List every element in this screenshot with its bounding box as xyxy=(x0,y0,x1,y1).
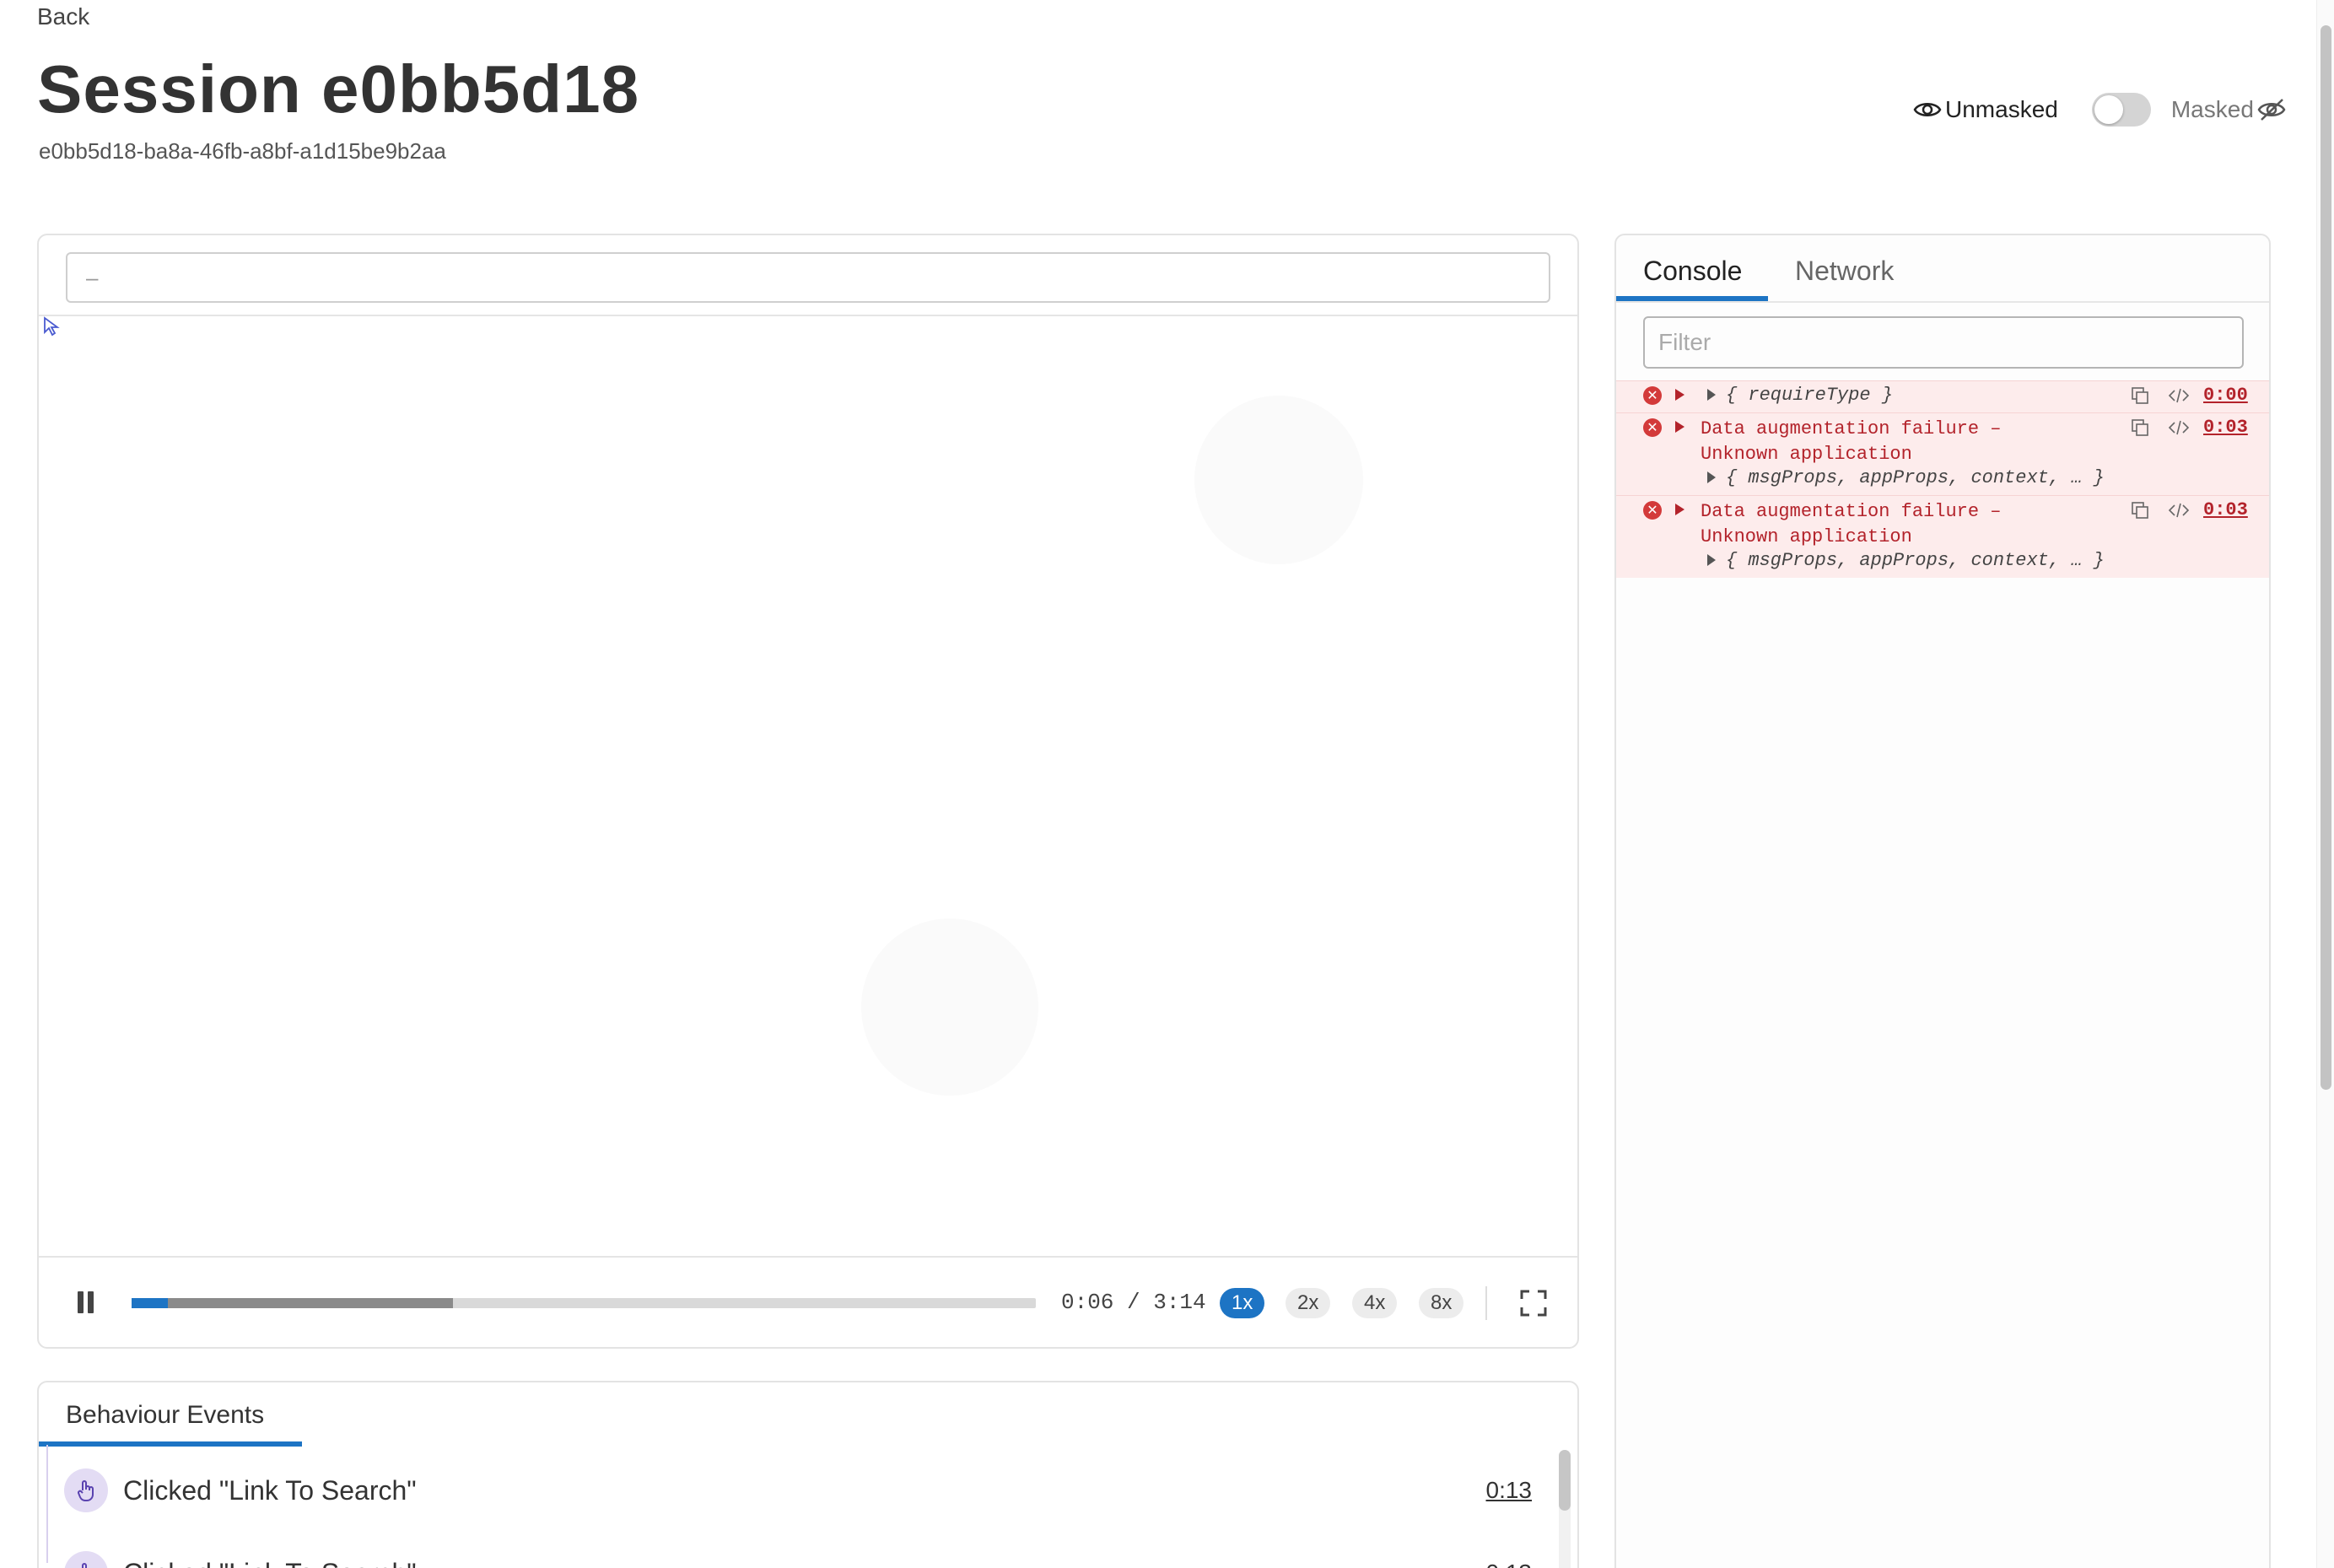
replay-viewport-shape xyxy=(1194,396,1363,564)
speed-1x-button[interactable]: 1x xyxy=(1220,1288,1265,1318)
log-object-text: { requireType } xyxy=(1726,385,1894,406)
log-message: Data augmentation failure – Unknown appl… xyxy=(1701,501,2002,547)
session-id: e0bb5d18-ba8a-46fb-a8bf-a1d15be9b2aa xyxy=(39,138,446,164)
console-log-entry[interactable]: ✕ Data augmentation failure – Unknown ap… xyxy=(1616,412,2269,495)
progress-buffered xyxy=(132,1298,453,1308)
expand-triangle-icon[interactable] xyxy=(1675,389,1684,401)
behaviour-events-panel: Behaviour Events Clicked "Link To Search… xyxy=(37,1381,1579,1568)
code-icon[interactable] xyxy=(2168,386,2190,405)
event-item[interactable]: Clicked "Link To Search" 0:13 xyxy=(64,1551,1532,1568)
expand-triangle-icon xyxy=(1707,554,1716,567)
log-object-text: { msgProps, appProps, context, … } xyxy=(1726,467,2105,488)
fullscreen-icon[interactable] xyxy=(1520,1290,1547,1317)
progress-played xyxy=(132,1298,168,1308)
speed-2x-button[interactable]: 2x xyxy=(1286,1288,1331,1318)
copy-icon[interactable] xyxy=(2131,386,2149,405)
event-timestamp-link[interactable]: 0:13 xyxy=(1486,1560,1533,1568)
error-icon: ✕ xyxy=(1643,386,1662,405)
back-link[interactable]: Back xyxy=(37,3,89,30)
tab-underline xyxy=(39,1441,302,1447)
replay-viewport-shape xyxy=(861,919,1038,1096)
tab-underline xyxy=(1616,296,1768,301)
devtools-tabs: Console Network xyxy=(1616,235,2269,303)
scrollbar-thumb[interactable] xyxy=(2321,25,2331,1090)
copy-icon[interactable] xyxy=(2131,501,2149,520)
log-timestamp-link[interactable]: 0:00 xyxy=(2203,385,2248,406)
expand-triangle-icon xyxy=(1707,389,1716,401)
speed-4x-button[interactable]: 4x xyxy=(1352,1288,1398,1318)
controls-separator xyxy=(1485,1286,1487,1320)
unmasked-label: Unmasked xyxy=(1945,96,2058,122)
masked-option[interactable]: Masked xyxy=(2171,96,2286,123)
log-object-preview[interactable]: { requireType } xyxy=(1707,385,1893,406)
player-controls: 0:06 / 3:14 1x 2x 4x 8x xyxy=(39,1258,1577,1349)
pause-icon-bar xyxy=(78,1291,84,1313)
expand-triangle-icon xyxy=(1707,471,1716,484)
eye-slash-icon xyxy=(2257,99,2286,121)
mask-switch-knob xyxy=(2094,95,2123,124)
log-object-preview[interactable]: { msgProps, appProps, context, … } xyxy=(1707,467,2105,488)
speed-8x-button[interactable]: 8x xyxy=(1419,1288,1464,1318)
mask-switch[interactable] xyxy=(2091,93,2151,127)
expand-triangle-icon[interactable] xyxy=(1675,504,1684,515)
tab-network[interactable]: Network xyxy=(1795,256,1894,287)
log-timestamp-link[interactable]: 0:03 xyxy=(2203,499,2248,520)
error-icon: ✕ xyxy=(1643,418,1662,437)
viewport-divider xyxy=(39,315,1577,316)
page-title: Session e0bb5d18 xyxy=(37,51,640,127)
console-log-entry[interactable]: ✕ { requireType } 0:00 xyxy=(1616,380,2269,412)
timecode: 0:06 / 3:14 xyxy=(1061,1290,1206,1315)
replay-url-bar: – xyxy=(66,252,1550,303)
scrollbar-thumb[interactable] xyxy=(1559,1450,1571,1511)
expand-triangle-icon[interactable] xyxy=(1675,421,1684,433)
tab-behaviour-events[interactable]: Behaviour Events xyxy=(66,1401,264,1430)
copy-icon[interactable] xyxy=(2131,418,2149,437)
mouse-cursor-icon xyxy=(44,316,60,337)
event-label: Clicked "Link To Search" xyxy=(123,1475,417,1506)
event-label: Clicked "Link To Search" xyxy=(123,1558,417,1568)
log-timestamp-link[interactable]: 0:03 xyxy=(2203,417,2248,438)
console-filter-input[interactable]: Filter xyxy=(1643,316,2244,369)
log-message: Data augmentation failure – Unknown appl… xyxy=(1701,418,2002,465)
log-object-text: { msgProps, appProps, context, … } xyxy=(1726,550,2105,571)
replay-player: – 0:06 / 3:14 1x 2x 4x 8x xyxy=(37,234,1579,1349)
click-hand-icon xyxy=(64,1551,108,1568)
masked-label: Masked xyxy=(2170,96,2254,122)
code-icon[interactable] xyxy=(2168,501,2190,520)
mask-toggle-group: Unmasked Masked xyxy=(1913,93,2286,127)
event-timeline-connector xyxy=(46,1445,48,1563)
pause-icon-bar xyxy=(88,1291,94,1313)
pause-button[interactable] xyxy=(76,1291,96,1313)
code-icon[interactable] xyxy=(2168,418,2190,437)
error-icon: ✕ xyxy=(1643,501,1662,520)
devtools-panel: Console Network Filter ✕ { requireType }… xyxy=(1614,234,2271,1568)
log-object-preview[interactable]: { msgProps, appProps, context, … } xyxy=(1707,550,2105,571)
page-scrollbar[interactable] xyxy=(2316,0,2334,1568)
event-item[interactable]: Clicked "Link To Search" 0:13 xyxy=(64,1468,1532,1519)
eye-icon xyxy=(1913,103,1942,116)
event-timestamp-link[interactable]: 0:13 xyxy=(1486,1477,1533,1504)
click-hand-icon xyxy=(64,1468,108,1512)
events-scrollbar[interactable] xyxy=(1559,1450,1571,1568)
console-log-entry[interactable]: ✕ Data augmentation failure – Unknown ap… xyxy=(1616,495,2269,578)
tab-console[interactable]: Console xyxy=(1643,256,1742,287)
unmasked-option[interactable]: Unmasked xyxy=(1913,96,2058,123)
progress-bar[interactable] xyxy=(132,1298,1036,1308)
